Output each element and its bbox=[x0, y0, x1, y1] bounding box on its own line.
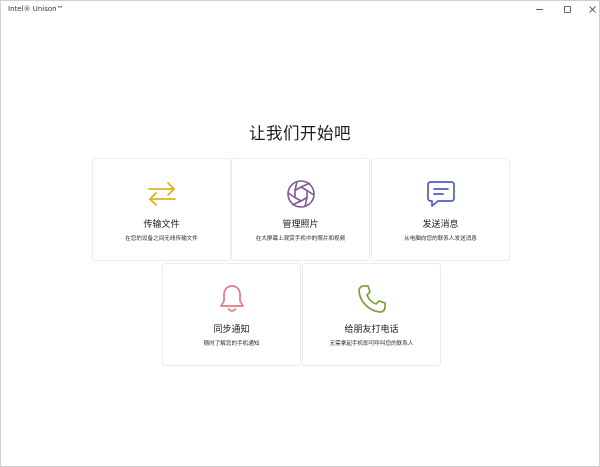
minimize-button[interactable] bbox=[533, 4, 545, 15]
card-title: 同步通知 bbox=[213, 325, 250, 335]
close-button[interactable] bbox=[586, 4, 598, 15]
card-title: 传输文件 bbox=[143, 220, 180, 230]
card-call-friends[interactable]: 给朋友打电话 无需拿起手机即可呼叫您的联系人 bbox=[302, 263, 441, 366]
card-manage-photos[interactable]: 管理照片 在大屏幕上观赏手机中的照片和视频 bbox=[231, 158, 370, 261]
card-send-messages[interactable]: 发送消息 从电脑向您的联系人发送消息 bbox=[371, 158, 510, 261]
card-description: 在大屏幕上观赏手机中的照片和视频 bbox=[255, 236, 346, 242]
card-title: 给朋友打电话 bbox=[344, 325, 399, 335]
camera-aperture-icon bbox=[285, 178, 317, 210]
phone-icon bbox=[356, 283, 388, 315]
app-title: Intel® Unison™ bbox=[8, 5, 64, 13]
card-description: 随时了解您的手机通知 bbox=[203, 341, 260, 347]
close-icon bbox=[588, 6, 596, 13]
card-description: 从电脑向您的联系人发送消息 bbox=[404, 236, 477, 242]
page-title: 让我们开始吧 bbox=[249, 124, 351, 143]
maximize-button[interactable] bbox=[561, 4, 573, 15]
card-title: 发送消息 bbox=[422, 220, 459, 230]
card-transfer-files[interactable]: 传输文件 在您的设备之间无线传输文件 bbox=[92, 158, 231, 261]
message-bubble-icon bbox=[425, 178, 457, 210]
card-sync-notifications[interactable]: 同步通知 随时了解您的手机通知 bbox=[162, 263, 301, 366]
transfer-arrows-icon bbox=[146, 178, 178, 210]
app-window: Intel® Unison™ 让我们开始吧 传输文件 在您的设备之间无线传输文件… bbox=[0, 0, 600, 467]
bell-icon bbox=[216, 283, 248, 315]
title-bar[interactable]: Intel® Unison™ bbox=[1, 1, 599, 18]
card-description: 无需拿起手机即可呼叫您的联系人 bbox=[329, 341, 414, 347]
card-title: 管理照片 bbox=[282, 220, 319, 230]
minimize-icon bbox=[535, 9, 543, 10]
card-description: 在您的设备之间无线传输文件 bbox=[125, 236, 198, 242]
maximize-icon bbox=[563, 6, 571, 13]
